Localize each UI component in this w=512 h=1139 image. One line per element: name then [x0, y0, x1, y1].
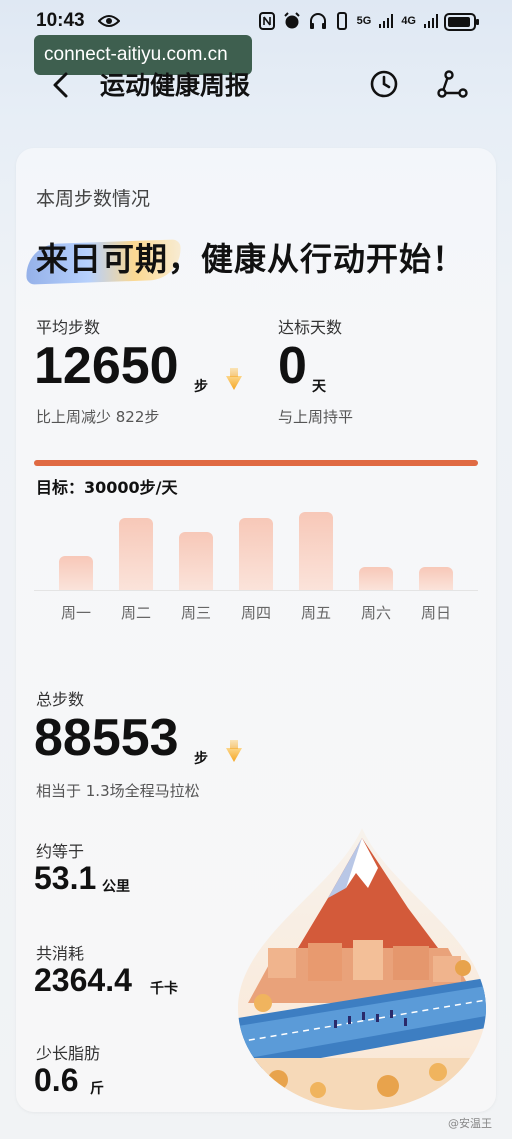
mountain-marathon-illustration	[238, 828, 486, 1110]
goal-line-fill	[34, 460, 478, 466]
goal-line	[34, 460, 478, 466]
slogan: 来日可期，健康从行动开始！	[36, 240, 466, 278]
avg-steps-unit: 步	[194, 379, 208, 395]
section-title: 本周步数情况	[36, 188, 151, 210]
target-days-value: 0	[278, 337, 307, 395]
day-label: 周一	[60, 604, 91, 622]
target-days-unit: 天	[312, 379, 326, 395]
day-label: 周六	[360, 604, 391, 622]
fat-unit: 斤	[90, 1081, 104, 1097]
distance-unit: 公里	[102, 879, 130, 895]
day-bar	[299, 512, 333, 590]
day-bar	[179, 532, 213, 590]
network-5g: 5G	[356, 15, 372, 27]
nfc-icon	[258, 12, 275, 30]
target-days-label: 达标天数	[278, 318, 343, 337]
battery-icon	[444, 13, 479, 31]
goal-text: 目标：30000步/天	[36, 478, 178, 497]
network-4g: 4G	[401, 15, 416, 27]
day-bar	[239, 518, 273, 590]
app-header: 运动健康周报	[0, 60, 512, 110]
vibrate-icon	[336, 12, 347, 30]
decrease-arrow-icon	[226, 368, 242, 390]
total-steps-compare: 相当于 1.3场全程马拉松	[36, 782, 200, 800]
day-label: 周二	[120, 604, 151, 622]
day-label: 周五	[300, 604, 331, 622]
avg-steps-compare: 比上周减少 822步	[36, 408, 160, 426]
status-icons: 5G 4G	[258, 12, 438, 30]
signal-icon-2	[424, 14, 438, 28]
alarm-icon	[283, 12, 300, 29]
distance-label: 约等于	[36, 842, 85, 861]
status-time: 10:43	[36, 10, 85, 31]
calories-label: 共消耗	[36, 944, 85, 963]
day-label: 周三	[180, 604, 211, 622]
total-steps-value: 88553	[34, 709, 179, 767]
day-label: 周四	[240, 604, 271, 622]
history-clock-icon[interactable]	[368, 68, 400, 100]
day-bar	[59, 556, 93, 590]
daily-steps-chart	[34, 498, 478, 591]
total-steps-unit: 步	[194, 751, 208, 767]
weekly-report-card: 本周步数情况 来日可期，健康从行动开始！ 平均步数 12650 步 比上周减少 …	[16, 148, 496, 1112]
calories-unit: 千卡	[150, 981, 178, 997]
share-icon[interactable]	[436, 68, 468, 100]
fat-value: 0.6	[34, 1062, 79, 1098]
headphones-icon	[309, 13, 326, 29]
signal-icon	[379, 14, 394, 28]
day-bar	[119, 518, 153, 590]
day-bar	[359, 567, 393, 590]
page-title: 运动健康周报	[100, 71, 251, 100]
avg-steps-label: 平均步数	[36, 318, 101, 337]
decrease-arrow-icon-2	[226, 740, 242, 762]
day-bar	[419, 567, 453, 590]
back-button[interactable]	[46, 68, 76, 102]
target-days-compare: 与上周持平	[278, 408, 354, 426]
avg-steps-value: 12650	[34, 337, 179, 395]
calories-value: 2364.4	[34, 962, 132, 998]
eye-icon	[98, 15, 120, 27]
distance-value: 53.1	[34, 860, 97, 896]
fat-label: 少长脂肪	[36, 1044, 101, 1063]
total-steps-label: 总步数	[36, 690, 85, 709]
watermark: @安温王	[448, 1117, 492, 1130]
day-label: 周日	[420, 604, 451, 622]
